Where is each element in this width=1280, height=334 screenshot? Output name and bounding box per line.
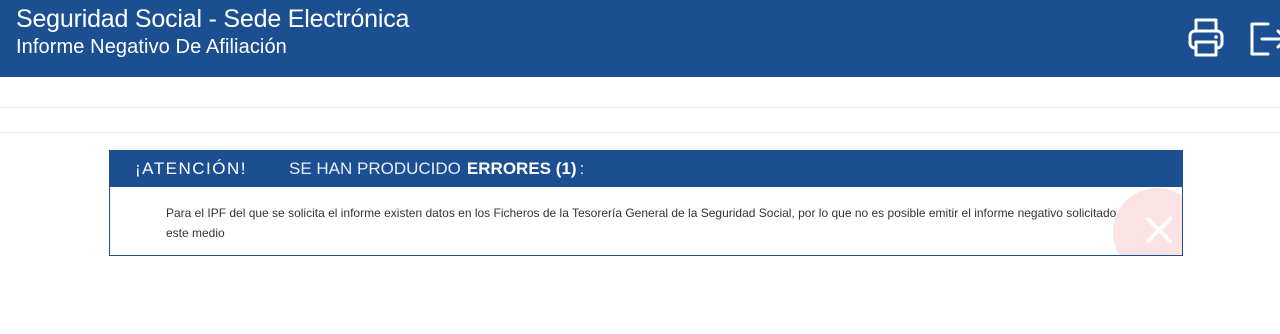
logout-icon [1250, 22, 1280, 56]
close-alert-button[interactable] [1113, 188, 1182, 255]
page-title: Informe Negativo De Afiliación [16, 36, 287, 58]
exit-button[interactable] [1248, 16, 1280, 60]
close-icon [1146, 217, 1172, 243]
print-button[interactable] [1186, 16, 1226, 60]
alert-body-text: Para el IPF del que se solicita el infor… [166, 206, 1137, 240]
site-title: Seguridad Social - Sede Electrónica [16, 5, 410, 33]
alert-message-text: SE HAN PRODUCIDO [289, 159, 461, 178]
alert-error-count: ERRORES (1) [466, 159, 577, 178]
divider [0, 132, 1280, 133]
error-alert: ¡ATENCIÓN! SE HAN PRODUCIDO ERRORES (1): … [109, 150, 1183, 256]
app-header: Seguridad Social - Sede Electrónica Info… [0, 0, 1280, 77]
alert-header: ¡ATENCIÓN! SE HAN PRODUCIDO ERRORES (1): [110, 151, 1182, 187]
alert-attention-label: ¡ATENCIÓN! [135, 159, 247, 178]
alert-message: SE HAN PRODUCIDO ERRORES (1): [289, 158, 584, 180]
printer-icon [1188, 18, 1224, 57]
alert-colon: : [579, 159, 585, 178]
divider [0, 107, 1280, 108]
